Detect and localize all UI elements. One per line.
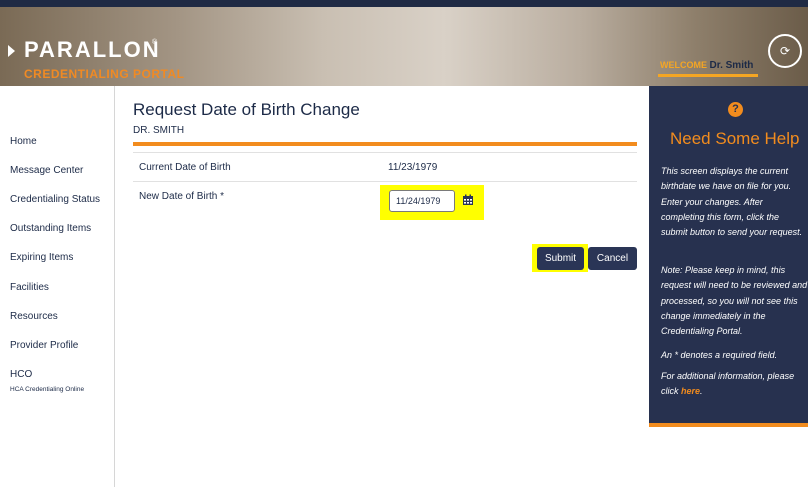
help-paragraph-4: For additional information, please click… xyxy=(661,369,808,400)
help-paragraph-1: This screen displays the current birthda… xyxy=(661,166,803,238)
sidebar-item-facilities[interactable]: Facilities xyxy=(10,282,49,293)
help-paragraph-3: An * denotes a required field. xyxy=(661,350,778,360)
current-dob-label: Current Date of Birth xyxy=(139,162,231,173)
brand-name: PARALLON xyxy=(24,37,161,62)
page-title: Request Date of Birth Change xyxy=(133,100,360,119)
row-divider xyxy=(133,152,637,153)
logout-icon[interactable]: ⟳ xyxy=(768,34,802,68)
help-paragraph-2: Note: Please keep in mind, this request … xyxy=(661,265,808,337)
sidebar-item-hco-sub[interactable]: HCA Credentialing Online xyxy=(10,386,84,393)
welcome-label: WELCOME xyxy=(660,60,707,70)
sidebar-item-outstanding-items[interactable]: Outstanding Items xyxy=(10,223,91,234)
top-strip xyxy=(0,0,808,7)
welcome-name: Dr. Smith xyxy=(709,60,754,71)
calendar-icon[interactable] xyxy=(462,194,474,206)
brand-subtitle: CREDENTIALING PORTAL xyxy=(24,67,185,81)
sidebar-item-provider-profile[interactable]: Provider Profile xyxy=(10,340,78,351)
welcome-text: WELCOME Dr. Smith xyxy=(660,60,753,71)
help-question-icon: ? xyxy=(728,102,743,117)
welcome-underline xyxy=(658,74,758,77)
title-divider xyxy=(133,142,637,146)
brand-arrow-icon xyxy=(8,45,15,57)
row-divider xyxy=(133,181,637,182)
help-panel-bottom-rule xyxy=(649,423,808,427)
new-dob-label: New Date of Birth * xyxy=(139,191,225,202)
help-title: Need Some Help xyxy=(670,129,800,148)
page-subtitle: DR. SMITH xyxy=(133,125,185,136)
sidebar-item-expiring-items[interactable]: Expiring Items xyxy=(10,252,73,263)
sidebar-item-resources[interactable]: Resources xyxy=(10,311,58,322)
help-here-link[interactable]: here xyxy=(681,386,700,396)
sidebar-item-home[interactable]: Home xyxy=(10,136,37,147)
current-dob-value: 11/23/1979 xyxy=(388,162,438,173)
brand-trademark: ® xyxy=(152,39,158,46)
header-banner: PARALLON ® CREDENTIALING PORTAL WELCOME … xyxy=(0,7,808,86)
new-dob-input[interactable] xyxy=(389,190,455,212)
sidebar-item-credentialing-status[interactable]: Credentialing Status xyxy=(10,194,100,205)
sidebar-item-message-center[interactable]: Message Center xyxy=(10,165,83,176)
cancel-button[interactable]: Cancel xyxy=(588,247,637,270)
help-p4-end: . xyxy=(700,386,703,397)
sidebar-item-hco[interactable]: HCO xyxy=(10,369,32,380)
submit-button[interactable]: Submit xyxy=(537,247,584,270)
